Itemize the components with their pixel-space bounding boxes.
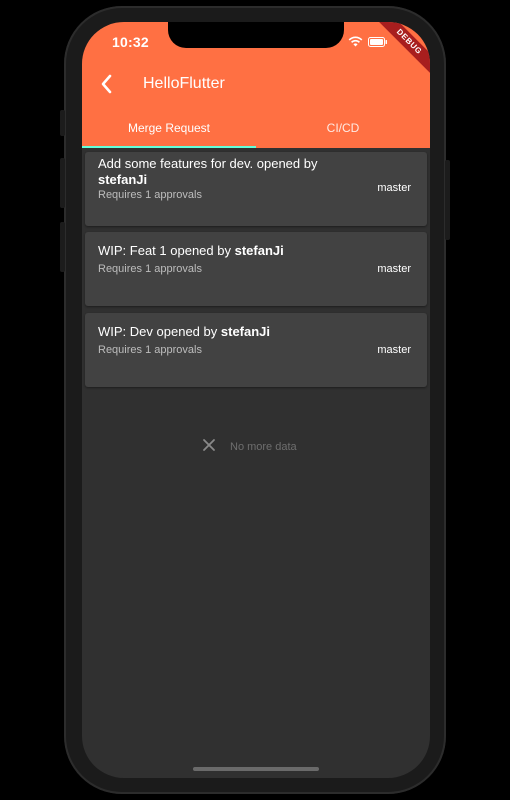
branch-label: master: [377, 344, 411, 356]
no-more-data: No more data: [202, 438, 297, 455]
back-button[interactable]: [96, 72, 118, 96]
branch-label: master: [377, 263, 411, 275]
branch-label: master: [377, 182, 411, 194]
page-title: HelloFlutter: [143, 75, 225, 92]
list-item[interactable]: WIP: Dev opened by stefanJi Requires 1 a…: [85, 313, 427, 387]
wifi-icon: [348, 34, 363, 52]
merge-request-title: Add some features for dev. opened by ste…: [98, 156, 318, 187]
phone-notch: [168, 22, 344, 48]
approvals-text: Requires 1 approvals: [98, 344, 202, 356]
author-name: stefanJi: [98, 172, 148, 187]
merge-request-title: WIP: Feat 1 opened by stefanJi: [98, 243, 284, 258]
list-item[interactable]: Add some features for dev. opened by ste…: [85, 152, 427, 226]
phone-volume-up-button: [60, 158, 65, 208]
phone-power-button: [445, 160, 450, 240]
battery-icon: [368, 34, 388, 52]
no-more-data-text: No more data: [230, 440, 297, 453]
status-time: 10:32: [112, 34, 149, 50]
author-name: stefanJi: [234, 243, 284, 258]
phone-volume-down-button: [60, 222, 65, 272]
phone-side-button: [60, 110, 65, 136]
tab-merge-request[interactable]: Merge Request: [82, 118, 256, 148]
approvals-text: Requires 1 approvals: [98, 263, 202, 275]
approvals-text: Requires 1 approvals: [98, 189, 202, 201]
merge-request-list: Add some features for dev. opened by ste…: [82, 148, 430, 778]
tab-bar: Merge Request CI/CD: [82, 118, 430, 148]
status-icons: [348, 34, 388, 52]
list-item[interactable]: WIP: Feat 1 opened by stefanJi Requires …: [85, 232, 427, 306]
merge-request-title: WIP: Dev opened by stefanJi: [98, 324, 271, 339]
tab-label: Merge Request: [127, 121, 211, 135]
chevron-left-icon: [96, 74, 118, 100]
author-name: stefanJi: [220, 324, 271, 339]
phone-screen: 10:32 DEBUG HelloFlutter Merge Request C…: [82, 22, 430, 778]
tab-label: CI/CD: [326, 121, 360, 135]
tab-ci-cd[interactable]: CI/CD: [256, 118, 430, 148]
home-indicator[interactable]: [193, 767, 319, 771]
close-icon: [202, 438, 216, 455]
